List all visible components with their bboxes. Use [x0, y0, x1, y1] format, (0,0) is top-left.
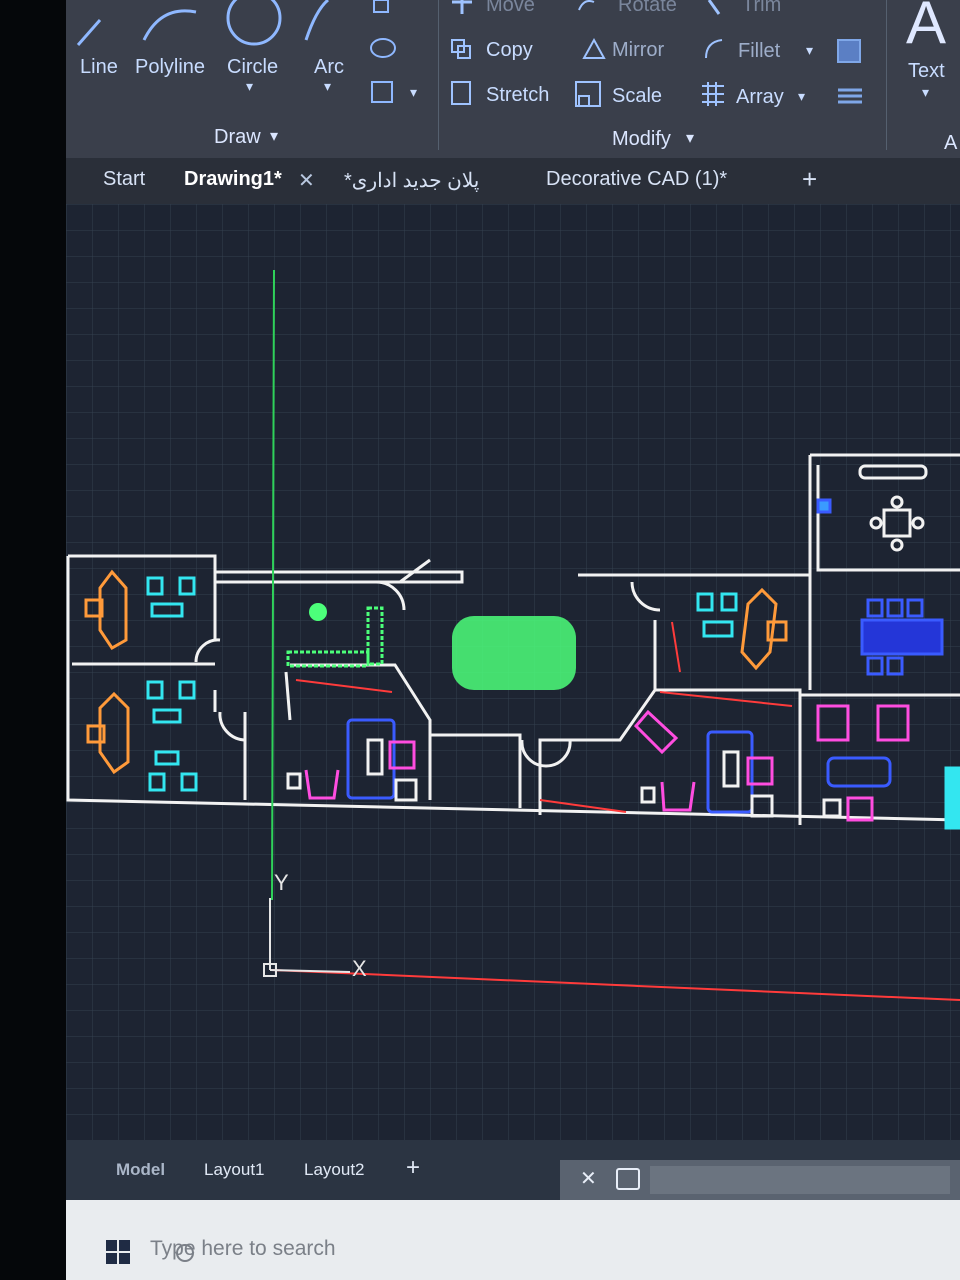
add-layout-plus-icon[interactable]: + — [406, 1154, 420, 1182]
drawing-canvas[interactable]: Y X — [66, 204, 960, 1140]
wrench-icon[interactable] — [616, 1168, 640, 1190]
draw-panel-title[interactable]: Draw — [214, 126, 261, 149]
arc-dropdown-icon[interactable]: ▾ — [324, 78, 331, 95]
modify-panel-title[interactable]: Modify — [612, 128, 671, 151]
tab-decorative-cad[interactable]: Decorative CAD (1)* — [546, 168, 727, 191]
panel-separator — [438, 0, 439, 150]
fillet-tool[interactable]: Fillet — [738, 40, 780, 63]
tab-layout1[interactable]: Layout1 — [204, 1160, 265, 1180]
stretch-tool[interactable]: Stretch — [486, 84, 549, 107]
panel-separator — [886, 0, 887, 150]
monitor-bezel — [0, 0, 66, 1280]
command-input[interactable] — [650, 1166, 950, 1194]
polyline-tool[interactable]: Polyline — [135, 56, 205, 79]
circle-dropdown-icon[interactable]: ▾ — [246, 78, 253, 95]
text-tool[interactable]: Text — [908, 60, 945, 83]
file-tabs: Start Drawing1* ✕ *پلان جدید اداری Decor… — [66, 158, 960, 204]
taskbar-search-input[interactable]: Type here to search — [150, 1237, 336, 1261]
tab-model[interactable]: Model — [116, 1160, 165, 1180]
array-tool[interactable]: Array — [736, 86, 784, 109]
draw-panel-dropdown-icon[interactable]: ▾ — [270, 126, 278, 146]
windows-start-icon[interactable] — [106, 1240, 130, 1264]
tab-layout2[interactable]: Layout2 — [304, 1160, 365, 1180]
tab-start[interactable]: Start — [103, 168, 145, 191]
new-tab-plus-icon[interactable]: + — [802, 164, 817, 195]
line-tool[interactable]: Line — [80, 56, 118, 79]
modify-panel-dropdown-icon[interactable]: ▾ — [686, 128, 694, 148]
tab-persian-plan[interactable]: *پلان جدید اداری — [344, 168, 479, 193]
mirror-tool[interactable]: Mirror — [612, 39, 664, 62]
circle-tool[interactable]: Circle — [227, 56, 278, 79]
command-close-icon[interactable]: ✕ — [580, 1166, 597, 1191]
arc-tool[interactable]: Arc — [314, 56, 344, 79]
text-icon[interactable]: A — [906, 0, 946, 57]
text-dropdown-icon[interactable]: ▾ — [922, 84, 929, 101]
command-line[interactable]: ✕ — [560, 1160, 960, 1200]
annotation-panel-title[interactable]: A — [944, 132, 957, 155]
array-dropdown-icon[interactable]: ▾ — [798, 88, 805, 105]
scale-tool[interactable]: Scale — [612, 85, 662, 108]
draw-dropdown-icon[interactable]: ▾ — [410, 84, 417, 101]
copy-tool[interactable]: Copy — [486, 39, 533, 62]
draw-icons — [76, 0, 330, 46]
close-icon[interactable]: ✕ — [298, 168, 315, 193]
fillet-dropdown-icon[interactable]: ▾ — [806, 42, 813, 59]
hatch-region-icons[interactable] — [366, 0, 426, 120]
ribbon: Line Polyline Circle Arc ▾ ▾ Move Rotate… — [66, 0, 960, 158]
modify-extra-icons[interactable] — [834, 30, 874, 120]
drawing-svg: Y X — [66, 204, 960, 1140]
ucs-y-label: Y — [274, 870, 289, 895]
tab-drawing1[interactable]: Drawing1* — [184, 168, 282, 191]
ucs-x-label: X — [352, 956, 367, 981]
